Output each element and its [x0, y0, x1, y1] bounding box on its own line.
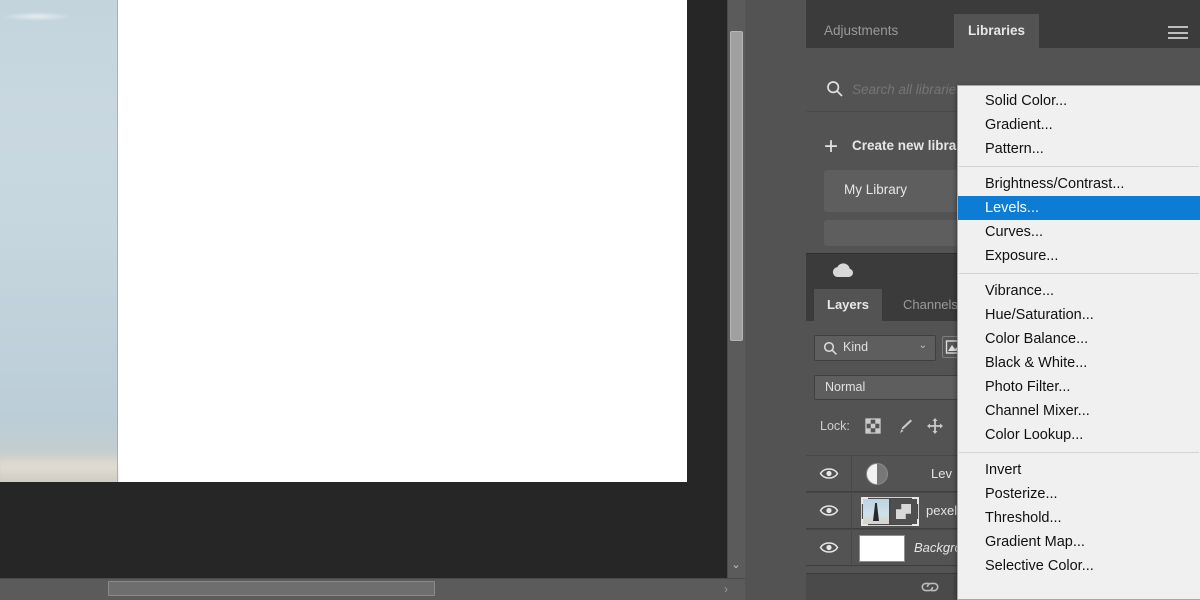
blend-mode-dropdown[interactable]: Normal: [814, 375, 974, 400]
menu-separator: [959, 452, 1199, 453]
vertical-scrollbar-thumb[interactable]: [730, 31, 743, 341]
menu-item-solid-color[interactable]: Solid Color...: [958, 89, 1200, 113]
document-window[interactable]: [0, 0, 687, 482]
lock-label: Lock:: [820, 419, 850, 433]
menu-item-channel-mixer[interactable]: Channel Mixer...: [958, 399, 1200, 423]
layer-name: Backgro: [914, 540, 962, 555]
menu-item-curves[interactable]: Curves...: [958, 220, 1200, 244]
menu-item-gradient[interactable]: Gradient...: [958, 113, 1200, 137]
panel-gutter: [745, 0, 806, 600]
search-icon: [826, 80, 844, 98]
menu-item-invert[interactable]: Invert: [958, 458, 1200, 482]
scroll-down-arrow-icon[interactable]: ⌄: [727, 552, 745, 578]
selection-corner: [861, 519, 868, 526]
levels-adjustment-icon[interactable]: [866, 463, 888, 485]
brush-icon[interactable]: [896, 417, 916, 437]
checkerboard-icon[interactable]: [864, 417, 884, 437]
figure-silhouette: [873, 503, 879, 521]
row-divider: [851, 493, 852, 530]
beach-horizon-haze: [0, 456, 118, 482]
smart-object-icon: [896, 504, 911, 519]
menu-item-black-white[interactable]: Black & White...: [958, 351, 1200, 375]
tab-adjustments[interactable]: Adjustments: [810, 14, 912, 48]
layer-kind-label: Kind: [843, 340, 869, 354]
menu-item-photo-filter[interactable]: Photo Filter...: [958, 375, 1200, 399]
libraries-tab-bar: Adjustments Libraries: [806, 0, 1200, 48]
menu-item-gradient-map[interactable]: Gradient Map...: [958, 530, 1200, 554]
search-icon: [823, 341, 838, 356]
menu-item-levels[interactable]: Levels...: [958, 196, 1200, 220]
adjustment-layer-context-menu[interactable]: Solid Color... Gradient... Pattern... Brigh…: [957, 85, 1200, 600]
menu-item-brightness-contrast[interactable]: Brightness/Contrast...: [958, 172, 1200, 196]
selection-corner: [912, 519, 919, 526]
canvas-backdrop-right: [687, 0, 727, 482]
menu-separator: [959, 273, 1199, 274]
move-icon[interactable]: [926, 417, 946, 437]
menu-item-color-lookup[interactable]: Color Lookup...: [958, 423, 1200, 447]
cloud-icon[interactable]: [831, 262, 857, 278]
menu-item-pattern[interactable]: Pattern...: [958, 137, 1200, 161]
menu-item-color-balance[interactable]: Color Balance...: [958, 327, 1200, 351]
layer-kind-dropdown[interactable]: Kind ⌄: [814, 335, 936, 361]
horizontal-scrollbar-thumb[interactable]: [108, 581, 435, 596]
menu-item-hue-saturation[interactable]: Hue/Saturation...: [958, 303, 1200, 327]
white-thumbnail[interactable]: [859, 535, 905, 562]
smart-object-thumbnail[interactable]: [861, 497, 919, 526]
chevron-down-icon: ⌄: [918, 340, 927, 351]
tab-libraries[interactable]: Libraries: [954, 14, 1040, 48]
cloud-wisp: [2, 12, 72, 21]
menu-item-exposure[interactable]: Exposure...: [958, 244, 1200, 268]
plus-icon: +: [824, 133, 839, 160]
tab-layers[interactable]: Layers: [814, 289, 882, 321]
link-icon[interactable]: [918, 580, 942, 594]
scroll-right-arrow-icon[interactable]: ›: [714, 578, 738, 600]
menu-item-posterize[interactable]: Posterize...: [958, 482, 1200, 506]
menu-item-selective-color[interactable]: Selective Color...: [958, 554, 1200, 578]
layer-name: Lev: [931, 466, 952, 481]
selection-corner: [912, 497, 919, 504]
menu-item-threshold[interactable]: Threshold...: [958, 506, 1200, 530]
eye-icon[interactable]: [819, 540, 839, 555]
eye-icon[interactable]: [819, 503, 839, 518]
eye-icon[interactable]: [819, 466, 839, 481]
library-item-label: My Library: [844, 182, 908, 197]
selection-corner: [861, 497, 868, 504]
photo-layer-image: [0, 0, 118, 482]
create-new-library-label: Create new library: [852, 138, 970, 153]
row-divider: [851, 456, 852, 493]
row-divider: [851, 530, 852, 567]
hamburger-icon[interactable]: [1168, 26, 1188, 39]
menu-item-vibrance[interactable]: Vibrance...: [958, 279, 1200, 303]
photo-right-edge: [117, 0, 118, 482]
blend-mode-label: Normal: [825, 380, 866, 394]
menu-separator: [959, 166, 1199, 167]
canvas-area[interactable]: ⌄ ›: [0, 0, 745, 600]
